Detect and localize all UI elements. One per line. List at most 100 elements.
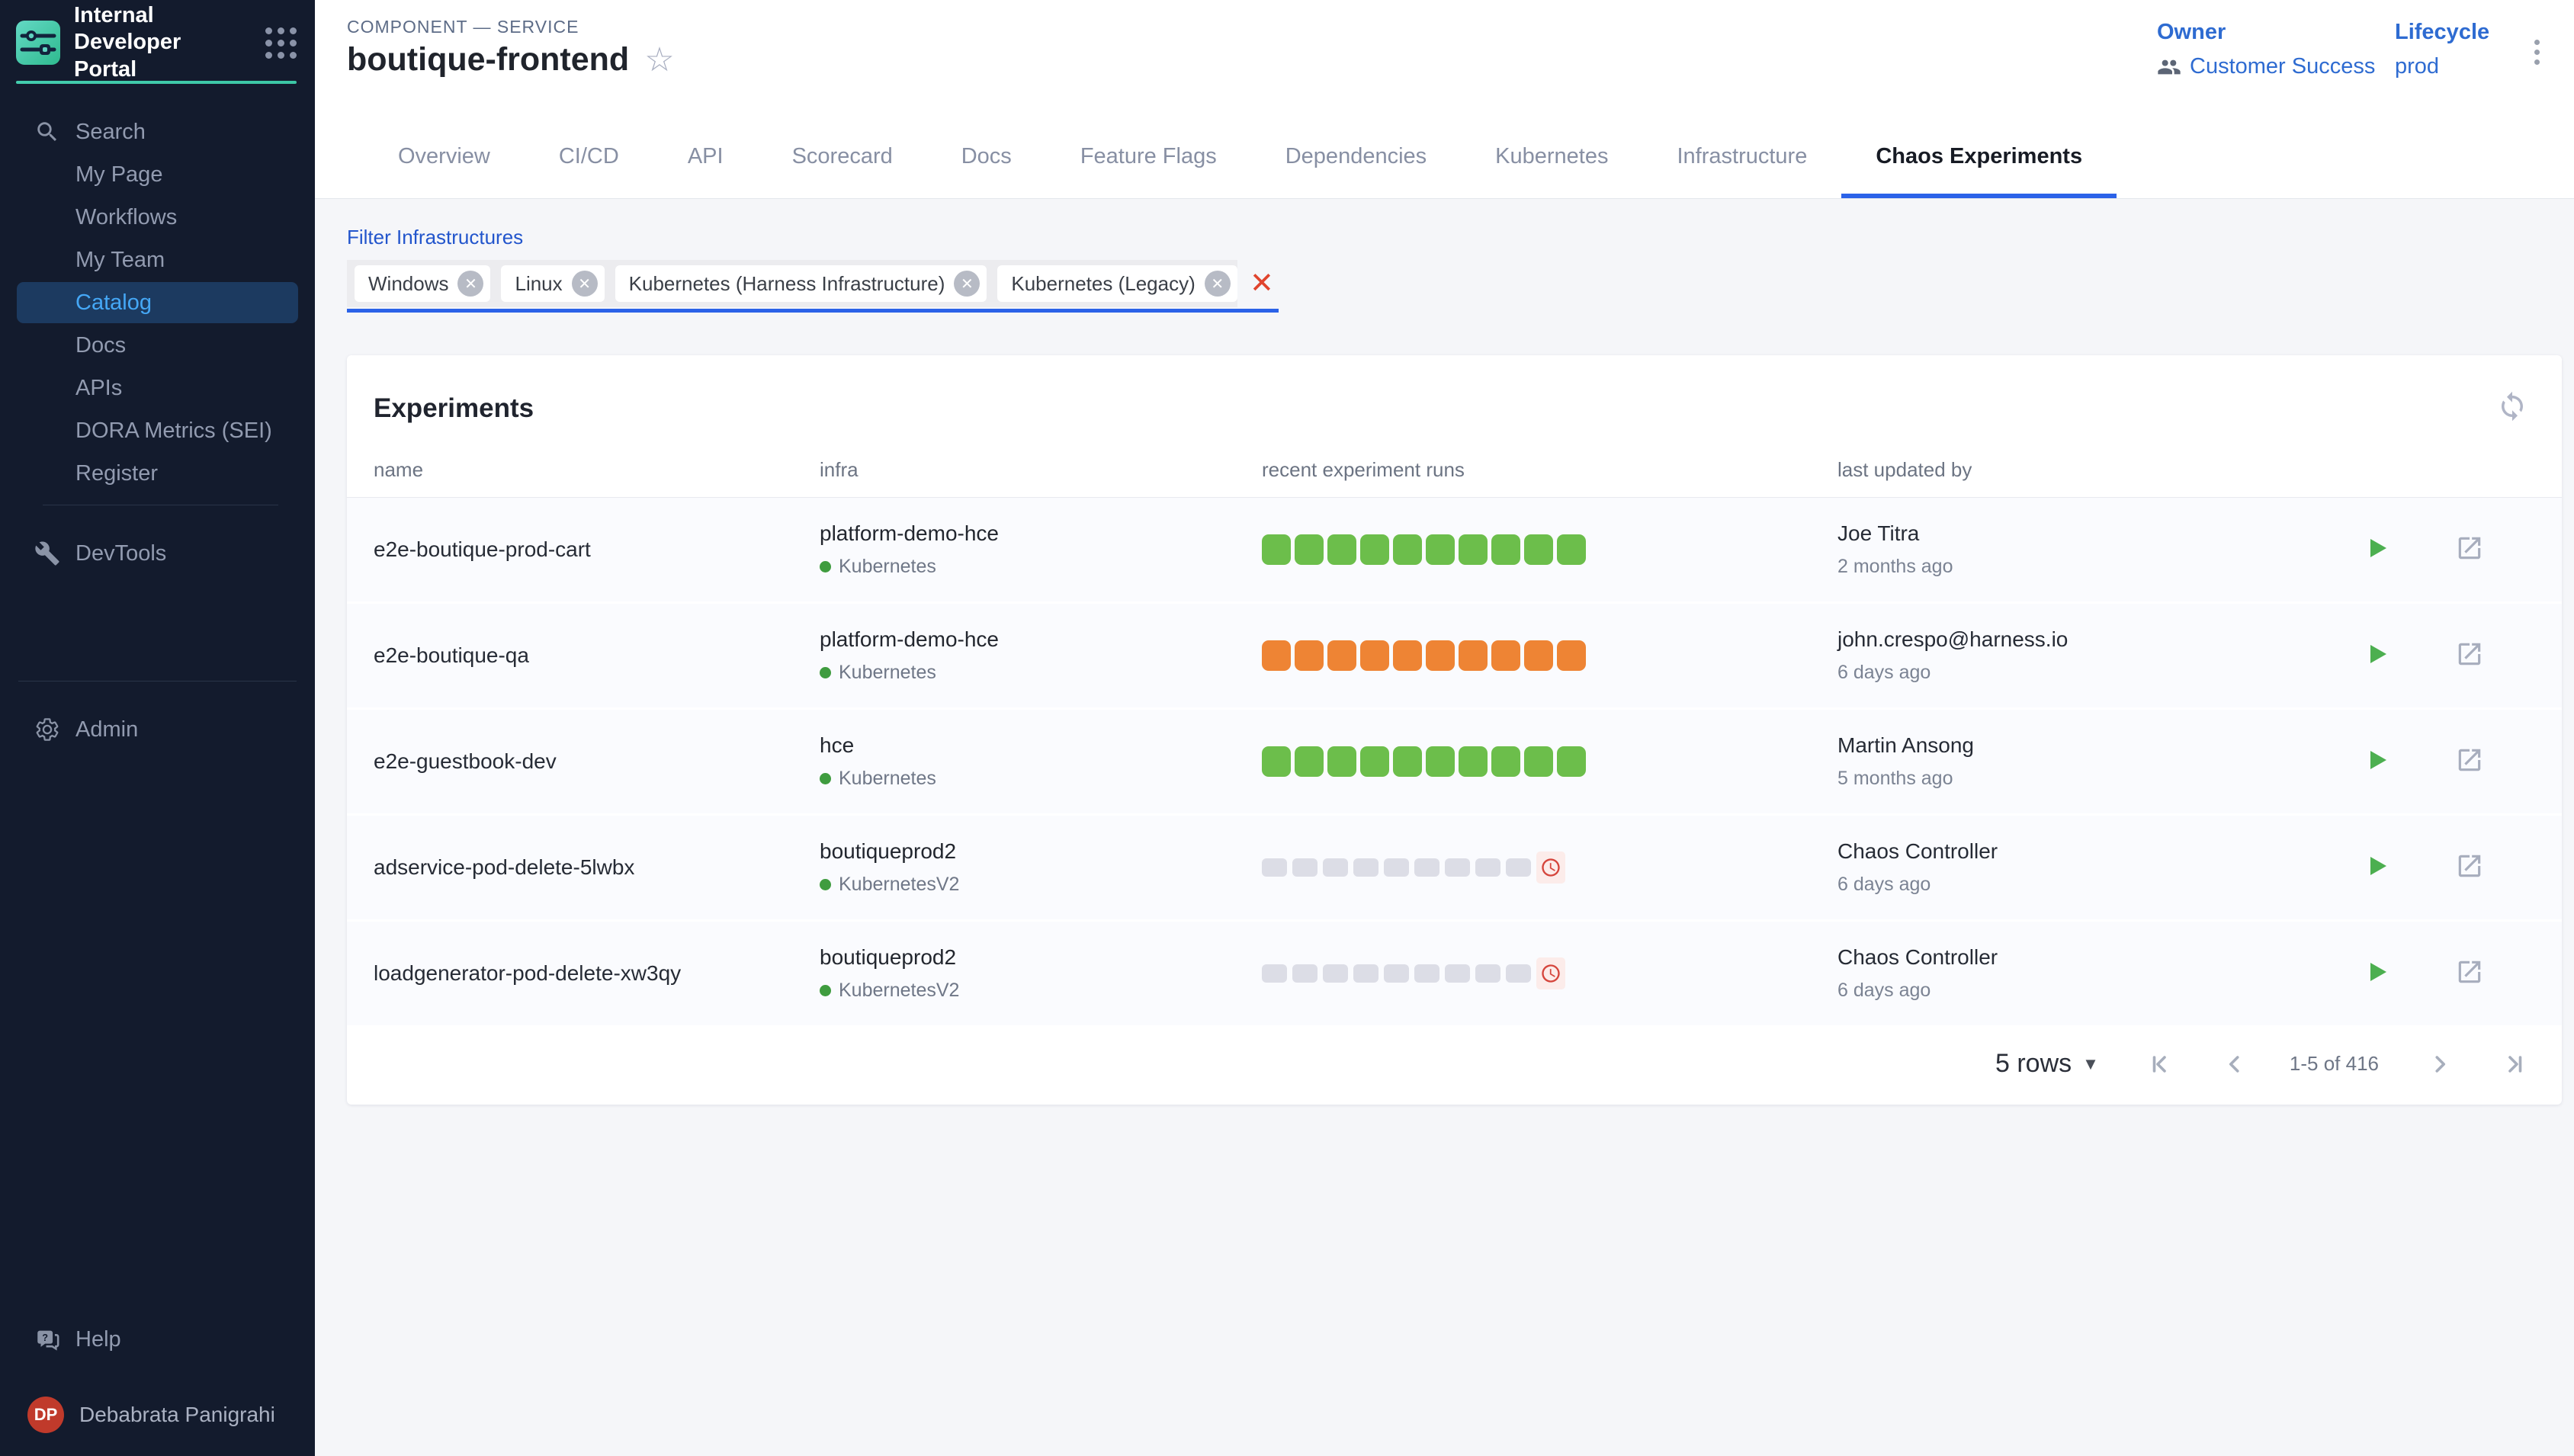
run-timeout-clock-icon[interactable] — [1536, 851, 1565, 884]
sidebar-item-search[interactable]: Search — [17, 111, 298, 152]
run-status-square[interactable] — [1384, 964, 1409, 983]
run-status-square[interactable] — [1327, 640, 1356, 671]
run-status-square[interactable] — [1327, 746, 1356, 777]
remove-chip-icon[interactable]: ✕ — [1205, 271, 1231, 297]
run-status-square[interactable] — [1557, 746, 1586, 777]
sidebar-item-admin[interactable]: Admin — [17, 709, 298, 750]
sidebar-item-catalog[interactable]: Catalog — [17, 282, 298, 323]
run-timeout-clock-icon[interactable] — [1536, 957, 1565, 989]
run-status-square[interactable] — [1506, 964, 1531, 983]
open-in-new-icon[interactable] — [2455, 640, 2539, 672]
run-status-square[interactable] — [1353, 858, 1378, 877]
run-experiment-button[interactable] — [2364, 534, 2455, 566]
run-status-square[interactable] — [1292, 858, 1317, 877]
remove-chip-icon[interactable]: ✕ — [572, 271, 598, 297]
more-options-icon[interactable] — [2530, 35, 2544, 69]
last-page-button[interactable] — [2501, 1050, 2528, 1078]
run-status-square[interactable] — [1459, 534, 1488, 565]
run-status-square[interactable] — [1262, 640, 1291, 671]
run-status-square[interactable] — [1295, 746, 1324, 777]
run-experiment-button[interactable] — [2364, 852, 2455, 884]
run-status-square[interactable] — [1262, 964, 1287, 983]
run-status-square[interactable] — [1384, 858, 1409, 877]
open-in-new-icon[interactable] — [2455, 746, 2539, 778]
run-status-square[interactable] — [1323, 858, 1348, 877]
tab-chaos-experiments[interactable]: Chaos Experiments — [1841, 114, 2117, 198]
run-experiment-button[interactable] — [2364, 746, 2455, 778]
tab-scorecard[interactable]: Scorecard — [758, 114, 927, 198]
run-status-square[interactable] — [1262, 858, 1287, 877]
owner-link[interactable]: Customer Success — [2157, 54, 2375, 79]
tab-dependencies[interactable]: Dependencies — [1251, 114, 1461, 198]
run-status-square[interactable] — [1360, 534, 1389, 565]
remove-chip-icon[interactable]: ✕ — [457, 271, 483, 297]
run-status-square[interactable] — [1557, 640, 1586, 671]
run-experiment-button[interactable] — [2364, 958, 2455, 989]
tab-overview[interactable]: Overview — [364, 114, 525, 198]
first-page-button[interactable] — [2146, 1050, 2174, 1078]
run-status-square[interactable] — [1426, 534, 1455, 565]
run-status-square[interactable] — [1426, 746, 1455, 777]
run-status-square[interactable] — [1491, 640, 1520, 671]
refresh-icon[interactable] — [2496, 390, 2528, 426]
tab-infrastructure[interactable]: Infrastructure — [1642, 114, 1841, 198]
run-status-square[interactable] — [1414, 858, 1439, 877]
sidebar-item-workflows[interactable]: Workflows — [17, 197, 298, 238]
run-status-square[interactable] — [1262, 534, 1291, 565]
run-status-square[interactable] — [1475, 858, 1500, 877]
run-status-square[interactable] — [1393, 640, 1422, 671]
run-status-square[interactable] — [1475, 964, 1500, 983]
open-in-new-icon[interactable] — [2455, 851, 2539, 884]
run-status-square[interactable] — [1426, 640, 1455, 671]
run-status-square[interactable] — [1327, 534, 1356, 565]
run-status-square[interactable] — [1353, 964, 1378, 983]
run-status-square[interactable] — [1292, 964, 1317, 983]
run-status-square[interactable] — [1295, 640, 1324, 671]
filter-chips-box[interactable]: Windows✕Linux✕Kubernetes (Harness Infras… — [347, 260, 1237, 307]
run-status-square[interactable] — [1262, 746, 1291, 777]
run-status-square[interactable] — [1459, 746, 1488, 777]
run-status-square[interactable] — [1445, 964, 1470, 983]
sidebar-item-my-page[interactable]: My Page — [17, 154, 298, 195]
clear-filters-icon[interactable]: ✕ — [1250, 269, 1274, 298]
run-status-square[interactable] — [1459, 640, 1488, 671]
favorite-star-icon[interactable]: ☆ — [644, 43, 674, 77]
run-status-square[interactable] — [1360, 640, 1389, 671]
run-status-square[interactable] — [1506, 858, 1531, 877]
tab-kubernetes[interactable]: Kubernetes — [1461, 114, 1642, 198]
infrastructure-filter-input[interactable]: Windows✕Linux✕Kubernetes (Harness Infras… — [347, 260, 1279, 313]
run-status-square[interactable] — [1491, 746, 1520, 777]
sidebar-item-register[interactable]: Register — [17, 453, 298, 494]
tab-feature-flags[interactable]: Feature Flags — [1046, 114, 1251, 198]
run-status-square[interactable] — [1393, 746, 1422, 777]
sidebar-item-devtools[interactable]: DevTools — [17, 533, 298, 574]
next-page-button[interactable] — [2426, 1050, 2454, 1078]
sidebar-item-apis[interactable]: APIs — [17, 367, 298, 409]
run-status-square[interactable] — [1393, 534, 1422, 565]
user-menu[interactable]: DP Debabrata Panigrahi — [17, 1397, 298, 1433]
tab-ci-cd[interactable]: CI/CD — [525, 114, 653, 198]
rows-per-page-select[interactable]: 5 rows ▼ — [1995, 1049, 2099, 1079]
sidebar-item-my-team[interactable]: My Team — [17, 239, 298, 281]
run-status-square[interactable] — [1445, 858, 1470, 877]
remove-chip-icon[interactable]: ✕ — [954, 271, 980, 297]
run-experiment-button[interactable] — [2364, 640, 2455, 672]
open-in-new-icon[interactable] — [2455, 534, 2539, 566]
sidebar-item-docs[interactable]: Docs — [17, 325, 298, 366]
tab-api[interactable]: API — [653, 114, 758, 198]
run-status-square[interactable] — [1295, 534, 1324, 565]
sidebar-item-dora-metrics-sei-[interactable]: DORA Metrics (SEI) — [17, 410, 298, 451]
run-status-square[interactable] — [1323, 964, 1348, 983]
run-status-square[interactable] — [1524, 640, 1553, 671]
run-status-square[interactable] — [1524, 534, 1553, 565]
tab-docs[interactable]: Docs — [927, 114, 1046, 198]
run-status-square[interactable] — [1360, 746, 1389, 777]
prev-page-button[interactable] — [2221, 1050, 2248, 1078]
run-status-square[interactable] — [1414, 964, 1439, 983]
run-status-square[interactable] — [1557, 534, 1586, 565]
sidebar-item-help[interactable]: ? Help — [17, 1319, 298, 1360]
run-status-square[interactable] — [1524, 746, 1553, 777]
filter-infrastructures-link[interactable]: Filter Infrastructures — [347, 226, 523, 249]
open-in-new-icon[interactable] — [2455, 957, 2539, 990]
run-status-square[interactable] — [1491, 534, 1520, 565]
